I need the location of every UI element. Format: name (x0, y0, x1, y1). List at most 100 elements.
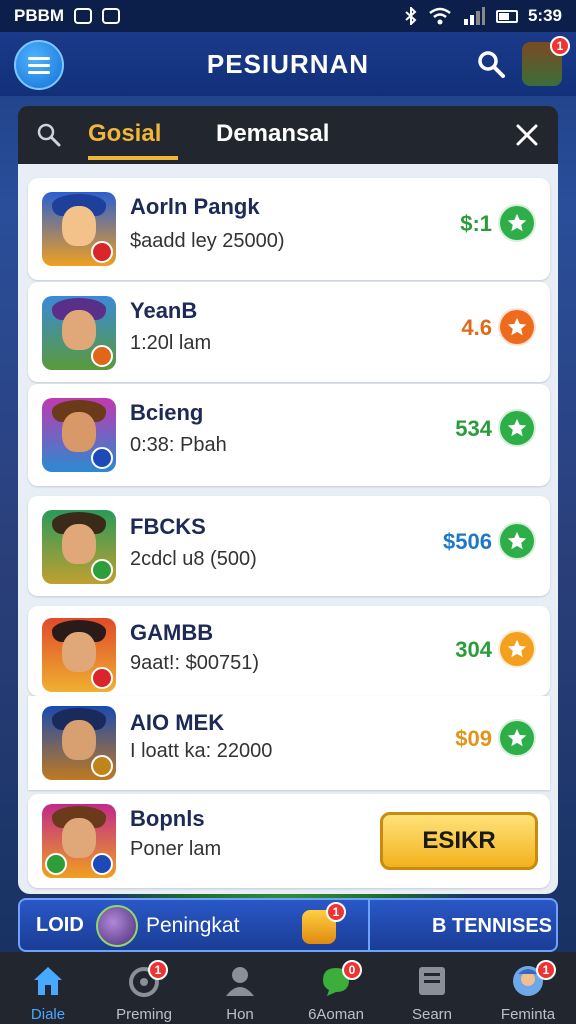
nav-label: 6Aoman (308, 1006, 364, 1023)
menu-icon-line (28, 70, 50, 74)
notification-badge: 1 (550, 36, 570, 56)
nav-label: Hon (226, 1006, 254, 1023)
tab-demansal[interactable]: Demansal (216, 120, 329, 148)
menu-icon-line (28, 63, 50, 67)
item-name: YeanB (130, 298, 198, 323)
platform-icon (45, 853, 67, 875)
star-icon (507, 213, 527, 232)
platform-icon (91, 853, 113, 875)
item-name: Bcieng (130, 400, 204, 425)
nav-item-diale[interactable]: Diale (0, 952, 96, 1024)
item-score: 304 (455, 637, 492, 662)
list-item[interactable]: Bcieng 0:38: Pbah 534 (28, 384, 550, 486)
item-subtitle: $aadd ley 25000) (130, 230, 285, 252)
nav-item-preming[interactable]: 1 Preming (96, 952, 192, 1024)
star-icon (507, 418, 527, 437)
close-icon[interactable] (514, 122, 540, 148)
game-thumbnail (42, 804, 116, 878)
list-item[interactable]: Bopnls Poner lam ESIKR (28, 794, 550, 888)
tennises-button[interactable]: B TENNISES (370, 898, 558, 952)
image-icon (102, 8, 121, 24)
thumbnail-art (62, 524, 96, 564)
nav-label: Preming (116, 1006, 172, 1023)
star-badge[interactable] (498, 719, 536, 757)
item-score: 534 (455, 416, 492, 441)
list-item[interactable]: GAMBB 9aat!: $00751) 304 (28, 606, 550, 696)
thumbnail-art (62, 412, 96, 452)
signal-icon (463, 7, 485, 25)
menu-button[interactable] (14, 40, 64, 90)
notification-icon (74, 8, 93, 24)
platform-icon (91, 667, 113, 689)
star-badge[interactable] (498, 308, 536, 346)
active-tab-indicator (88, 156, 178, 160)
thumbnail-art (62, 720, 96, 760)
promo-avatar (96, 905, 138, 947)
status-bar: PBBM 5:39 (0, 0, 576, 32)
promo-title: Peningkat (146, 914, 240, 937)
list-item[interactable]: FBCKS 2cdcl u8 (500) $506 (28, 496, 550, 596)
nav-badge: 1 (148, 960, 168, 980)
game-thumbnail (42, 510, 116, 584)
item-name: Aorln Pangk (130, 194, 260, 219)
peningkat-banner[interactable]: LOID Peningkat 1 (18, 898, 370, 952)
star-badge[interactable] (498, 409, 536, 447)
wifi-icon (429, 7, 451, 25)
item-score: $09 (455, 726, 492, 751)
item-name: AIO MEK (130, 710, 225, 735)
item-subtitle: 9aat!: $00751) (130, 652, 259, 674)
search-icon[interactable] (36, 122, 62, 148)
battery-icon (495, 9, 518, 23)
platform-icon (91, 345, 113, 367)
item-score: 4.6 (461, 315, 492, 340)
nav-item-6aoman[interactable]: 0 6Aoman (288, 952, 384, 1024)
item-name: GAMBB (130, 620, 214, 645)
nav-badge: 0 (342, 960, 362, 980)
carrier-label: PBBM (14, 6, 65, 25)
menu-icon-line (28, 56, 50, 60)
game-thumbnail (42, 296, 116, 370)
star-icon (507, 728, 527, 747)
star-icon (507, 531, 527, 550)
nav-label: Diale (30, 1006, 66, 1023)
item-subtitle: 2cdcl u8 (500) (130, 548, 257, 570)
nav-label: Searn (411, 1006, 453, 1023)
platform-icon (91, 755, 113, 777)
bluetooth-icon (405, 7, 417, 25)
thumbnail-art (62, 818, 96, 858)
list-item[interactable]: Aorln Pangk $aadd ley 25000) $:1 (28, 178, 550, 280)
item-subtitle: Poner lam (130, 838, 222, 860)
game-list: Aorln Pangk $aadd ley 25000) $:1 YeanB 1… (18, 164, 558, 894)
list-item[interactable]: YeanB 1:20l lam 4.6 (28, 282, 550, 382)
thumbnail-art (62, 632, 96, 672)
item-score: $:1 (460, 211, 492, 236)
platform-icon (91, 241, 113, 263)
gift-icon[interactable]: 1 (302, 902, 346, 944)
search-icon[interactable] (476, 49, 506, 79)
game-thumbnail (42, 398, 116, 472)
home-icon (34, 967, 62, 995)
star-badge[interactable] (498, 522, 536, 560)
star-badge[interactable] (498, 204, 536, 242)
nav-item-searn[interactable]: Searn (384, 952, 480, 1024)
item-name: FBCKS (130, 514, 206, 539)
star-icon (507, 317, 527, 336)
person-icon (226, 967, 254, 996)
promo-bar: LOID Peningkat 1 B TENNISES (18, 898, 558, 952)
tab-gosial[interactable]: Gosial (88, 120, 161, 148)
tab-bar: Gosial Demansal (18, 106, 558, 164)
thumbnail-art (62, 310, 96, 350)
esikr-button[interactable]: ESIKR (380, 812, 538, 870)
game-thumbnail (42, 192, 116, 266)
item-subtitle: I loatt ka: 22000 (130, 740, 273, 762)
nav-item-feminta[interactable]: 1 Feminta (480, 952, 576, 1024)
user-avatar[interactable]: 1 (522, 36, 570, 86)
thumbnail-art (62, 206, 96, 246)
nav-label: Feminta (500, 1006, 556, 1023)
item-subtitle: 1:20l lam (130, 332, 212, 354)
nav-item-hon[interactable]: Hon (192, 952, 288, 1024)
item-score: $506 (443, 529, 492, 554)
star-badge[interactable] (498, 630, 536, 668)
bottom-nav: Diale 1 Preming Hon 0 6Aoman Searn 1 Fem… (0, 952, 576, 1024)
list-item[interactable]: AIO MEK I loatt ka: 22000 $09 (28, 696, 550, 790)
